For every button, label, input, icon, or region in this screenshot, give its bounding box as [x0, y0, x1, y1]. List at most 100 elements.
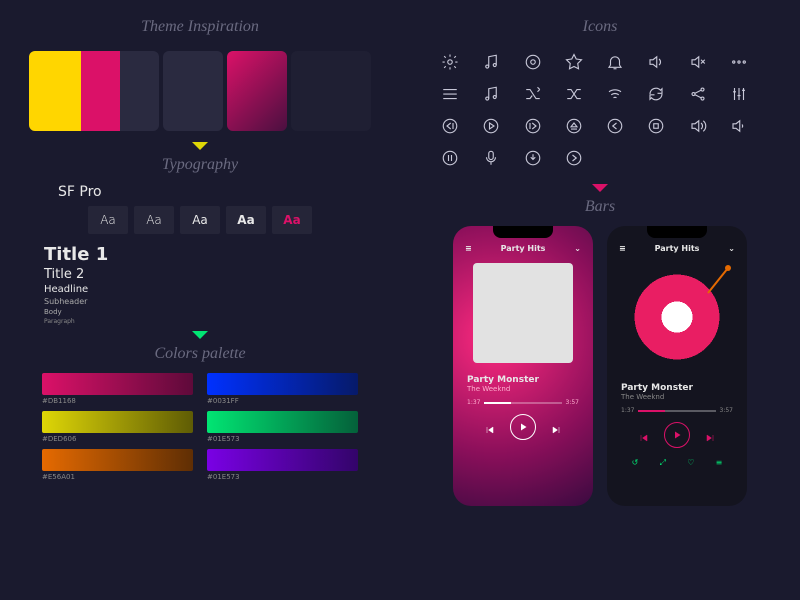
download-icon[interactable]: [523, 148, 543, 168]
color-swatch: #DB1168: [42, 373, 193, 405]
swatch-hex: #01E573: [207, 435, 358, 443]
swatch-hex: #E56A01: [42, 473, 193, 481]
shuffle-icon[interactable]: [523, 84, 543, 104]
menu-icon[interactable]: ≡: [619, 244, 626, 253]
thumb: [163, 51, 223, 131]
settings-icon[interactable]: [440, 52, 460, 72]
queue-icon[interactable]: ≡: [716, 458, 723, 468]
time-elapsed: 1:37: [467, 399, 480, 406]
swatch-hex: #DB1168: [42, 397, 193, 405]
refresh-icon[interactable]: [646, 84, 666, 104]
equalizer-icon[interactable]: [729, 84, 749, 104]
type-headline: Headline: [44, 284, 372, 295]
arrow-down-icon: [192, 331, 208, 339]
inspiration-thumbs: [28, 46, 372, 136]
album-artwork: [473, 263, 573, 363]
next-button[interactable]: [704, 429, 716, 441]
track-artist: The Weeknd: [467, 385, 579, 393]
type-body: Body: [44, 308, 372, 316]
arrow-down-icon: [192, 142, 208, 150]
weight-sample: Aa: [180, 206, 220, 234]
swatch-hex: #01E573: [207, 473, 358, 481]
type-scale: Title 1 Title 2 Headline Subheader Body …: [28, 244, 372, 325]
section-title-colors: Colors palette: [28, 345, 372, 363]
weight-sample: Aa: [134, 206, 174, 234]
repeat-icon[interactable]: ↺: [632, 458, 639, 468]
play-button[interactable]: [664, 422, 690, 448]
chevron-down-icon[interactable]: ⌄: [574, 244, 581, 253]
playlist-title: Party Hits: [655, 244, 700, 253]
color-palette: #DB1168 #0031FF #DED606 #01E573 #E56A01 #01E5…: [28, 373, 372, 481]
time-total: 3:57: [720, 407, 733, 414]
color-swatch: #01E573: [207, 449, 358, 481]
next-button[interactable]: [550, 421, 562, 433]
wifi-icon[interactable]: [605, 84, 625, 104]
bell-icon[interactable]: [605, 52, 625, 72]
skip-icon[interactable]: [523, 116, 543, 136]
play-circle-icon[interactable]: [481, 116, 501, 136]
phone-mockup-dark: ≡ Party Hits ⌄ Party Monster The Weeknd …: [607, 226, 747, 506]
font-weights: Aa Aa Aa Aa Aa: [28, 206, 372, 234]
rewind-icon[interactable]: [440, 116, 460, 136]
stop-icon[interactable]: [646, 116, 666, 136]
type-title2: Title 2: [44, 267, 372, 282]
time-elapsed: 1:37: [621, 407, 634, 414]
playlist-title: Party Hits: [501, 244, 546, 253]
weight-sample: Aa: [272, 206, 312, 234]
notch: [647, 226, 707, 238]
color-swatch: #DED606: [42, 411, 193, 443]
mute-icon[interactable]: [688, 52, 708, 72]
next-circle-icon[interactable]: [564, 148, 584, 168]
weight-sample: Aa: [88, 206, 128, 234]
play-button[interactable]: [510, 414, 536, 440]
icons-grid: [420, 46, 780, 178]
prev-button[interactable]: [484, 421, 496, 433]
mic-icon[interactable]: [481, 148, 501, 168]
section-title-inspiration: Theme Inspiration: [28, 18, 372, 36]
section-title-bars: Bars: [420, 198, 780, 216]
music-icon[interactable]: [481, 84, 501, 104]
shuffle-icon[interactable]: ⤢: [660, 458, 666, 468]
extra-controls: ↺ ⤢ ♡ ≡: [607, 454, 747, 472]
swatch-hex: #DED606: [42, 435, 193, 443]
menu-icon[interactable]: [440, 84, 460, 104]
vol-up-icon[interactable]: [688, 116, 708, 136]
weight-sample: Aa: [226, 206, 266, 234]
more-icon[interactable]: [729, 52, 749, 72]
tonearm-icon: [683, 263, 733, 313]
track-artist: The Weeknd: [621, 393, 733, 401]
menu-icon[interactable]: ≡: [465, 244, 472, 253]
star-icon[interactable]: [564, 52, 584, 72]
eject-icon[interactable]: [564, 116, 584, 136]
track-title: Party Monster: [621, 383, 733, 393]
type-subheader: Subheader: [44, 297, 372, 306]
pause-icon[interactable]: [440, 148, 460, 168]
prev-track-icon[interactable]: [605, 116, 625, 136]
thumb: [29, 51, 159, 131]
section-title-icons: Icons: [420, 18, 780, 36]
arrow-down-icon: [592, 184, 608, 192]
type-paragraph: Paragraph: [44, 318, 372, 325]
shuffle-off-icon[interactable]: [564, 84, 584, 104]
note-icon[interactable]: [481, 52, 501, 72]
color-swatch: #E56A01: [42, 449, 193, 481]
volume-icon[interactable]: [646, 52, 666, 72]
disc-icon[interactable]: [523, 52, 543, 72]
chevron-down-icon[interactable]: ⌄: [728, 244, 735, 253]
waveform: [637, 504, 747, 506]
phone-mockup-pink: ≡ Party Hits ⌄ Party Monster The Weeknd …: [453, 226, 593, 506]
color-swatch: #01E573: [207, 411, 358, 443]
thumb: [291, 51, 371, 131]
track-title: Party Monster: [467, 375, 579, 385]
vinyl-artwork: [627, 267, 727, 367]
progress-bar[interactable]: [638, 410, 715, 412]
share-icon[interactable]: [688, 84, 708, 104]
font-family-label: SF Pro: [28, 184, 372, 200]
prev-button[interactable]: [638, 429, 650, 441]
vol-down-icon[interactable]: [729, 116, 749, 136]
type-title1: Title 1: [44, 244, 372, 265]
progress-bar[interactable]: [484, 402, 561, 404]
heart-icon[interactable]: ♡: [687, 458, 694, 468]
swatch-hex: #0031FF: [207, 397, 358, 405]
time-total: 3:57: [566, 399, 579, 406]
